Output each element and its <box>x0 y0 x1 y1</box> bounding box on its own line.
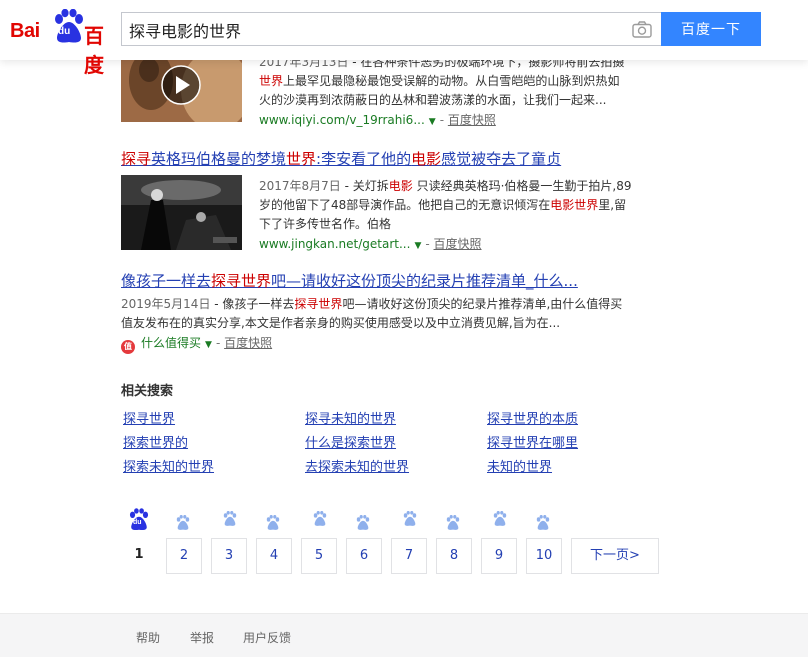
related-search-link[interactable]: 探寻未知的世界 <box>305 408 396 427</box>
snapshot-link[interactable]: 百度快照 <box>224 336 272 350</box>
page-6[interactable]: 6 <box>346 538 382 574</box>
related-search-link[interactable]: 什么是探索世界 <box>305 432 396 451</box>
pager-paw-icon <box>402 510 418 527</box>
result-abstract: 2017年8月7日 - 关灯拆电影 只读经典英格玛·伯格曼一生勤于拍片,89 岁… <box>259 179 632 231</box>
result-abstract: 2019年5月14日 - 像孩子一样去探寻世界吧—请收好这份顶尖的纪录片推荐清单… <box>121 297 623 330</box>
result-url[interactable]: www.jingkan.net/getart... <box>259 237 410 251</box>
result-thumbnail[interactable] <box>121 175 242 250</box>
dropdown-arrow-icon[interactable]: ▼ <box>205 340 212 350</box>
page-3[interactable]: 3 <box>211 538 247 574</box>
result-source: www.iqiyi.com/v_19rrahi6... ▼ - 百度快照 <box>259 113 496 127</box>
footer-link-report[interactable]: 举报 <box>190 629 214 646</box>
pager-paw-icon <box>355 514 371 531</box>
pager-paw-icon <box>175 514 191 531</box>
page-2[interactable]: 2 <box>166 538 202 574</box>
result-url[interactable]: www.iqiyi.com/v_19rrahi6... <box>259 113 425 127</box>
related-search-link[interactable]: 探索未知的世界 <box>123 456 214 475</box>
search-box <box>121 12 662 46</box>
pager-paw-icon <box>535 514 551 531</box>
baidu-logo[interactable]: Bai du 百度 <box>8 9 114 77</box>
snapshot-link[interactable]: 百度快照 <box>448 113 496 127</box>
related-search-link[interactable]: 未知的世界 <box>487 456 552 475</box>
smzdm-icon: 值 <box>121 340 135 354</box>
dropdown-arrow-icon[interactable]: ▼ <box>429 117 436 127</box>
pager-paw-icon <box>492 510 508 527</box>
result-body: 2017年8月7日 - 关灯拆电影 只读经典英格玛·伯格曼一生勤于拍片,89 岁… <box>259 177 659 256</box>
result-item: 探寻英格玛伯格曼的梦境世界:李安看了他的电影感觉被夺去了童贞 2017年8月7日… <box>121 148 681 251</box>
result-title[interactable]: 探寻英格玛伯格曼的梦境世界:李安看了他的电影感觉被夺去了童贞 <box>121 148 681 169</box>
play-icon[interactable] <box>161 65 201 105</box>
result-source: www.jingkan.net/getart... ▼ - 百度快照 <box>259 237 482 251</box>
pager-paw-icon: du <box>128 508 150 532</box>
page-7[interactable]: 7 <box>391 538 427 574</box>
related-search-link[interactable]: 探寻世界 <box>123 408 175 427</box>
header: Bai du 百度 百度一下 <box>0 0 808 77</box>
related-search-link[interactable]: 去探索未知的世界 <box>305 456 409 475</box>
result-source-name[interactable]: 什么值得买 <box>141 336 201 350</box>
page-10[interactable]: 10 <box>526 538 562 574</box>
result-source: 值什么值得买 ▼ - 百度快照 <box>121 333 681 355</box>
result-item: 像孩子一样去探寻世界吧—请收好这份顶尖的纪录片推荐清单_什么... 2019年5… <box>121 270 681 355</box>
page-5[interactable]: 5 <box>301 538 337 574</box>
pager-paw-icon <box>265 514 281 531</box>
related-search-link[interactable]: 探寻世界的本质 <box>487 408 578 427</box>
result-body: 2017年3月13日 - 在各种条件恶劣的极端环境下，摄影师将前去拍摄 世界上最… <box>259 53 659 132</box>
logo-text-bai: Bai <box>10 20 40 42</box>
page-8[interactable]: 8 <box>436 538 472 574</box>
camera-icon[interactable] <box>632 21 652 38</box>
footer-link-feedback[interactable]: 用户反馈 <box>243 629 291 646</box>
footer: 帮助 举报 用户反馈 <box>0 613 808 657</box>
page-1: 1 <box>134 547 144 562</box>
page-9[interactable]: 9 <box>481 538 517 574</box>
related-searches-title: 相关搜索 <box>121 384 174 399</box>
dropdown-arrow-icon[interactable]: ▼ <box>414 241 421 251</box>
next-page-button[interactable]: 下一页> <box>571 538 659 574</box>
thumbnail-image <box>121 175 242 250</box>
page-4[interactable]: 4 <box>256 538 292 574</box>
related-search-link[interactable]: 探寻世界在哪里 <box>487 432 578 451</box>
result-title[interactable]: 像孩子一样去探寻世界吧—请收好这份顶尖的纪录片推荐清单_什么... <box>121 270 681 291</box>
logo-text-du: du <box>58 26 71 37</box>
snapshot-link[interactable]: 百度快照 <box>434 237 482 251</box>
pager-paw-icon <box>445 514 461 531</box>
pager-paw-icon <box>222 510 238 527</box>
pager-paw-icon <box>312 510 328 527</box>
footer-link-help[interactable]: 帮助 <box>136 629 160 646</box>
result-thumbnail[interactable] <box>121 50 242 122</box>
result-abstract: 2017年3月13日 - 在各种条件恶劣的极端环境下，摄影师将前去拍摄 世界上最… <box>259 55 625 107</box>
logo-text-cn: 百度 <box>84 24 104 77</box>
related-search-link[interactable]: 探索世界的 <box>123 432 188 451</box>
search-button[interactable]: 百度一下 <box>661 12 761 46</box>
search-input[interactable] <box>129 19 619 41</box>
